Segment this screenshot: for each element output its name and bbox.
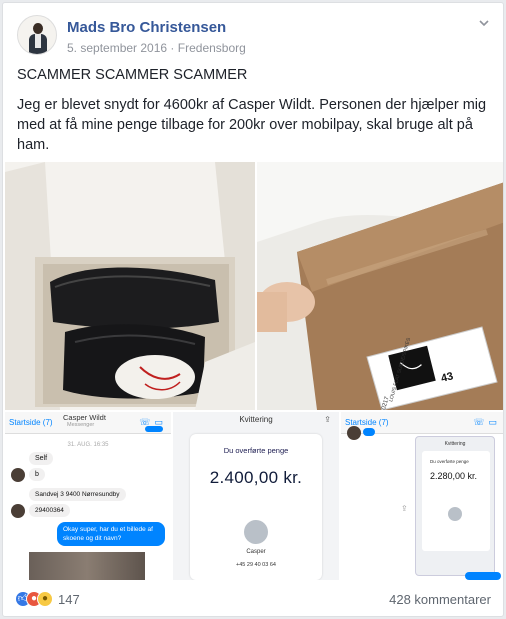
avatar[interactable] [17,15,57,55]
chat-bubble-out [465,572,501,580]
shoes-illustration [5,162,255,410]
shared-receipt-label: Du overførte penge [430,459,469,464]
post-date[interactable]: 5. september 2016 [67,41,167,55]
chat-bubble-out [145,426,163,432]
author-name[interactable]: Mads Bro Christensen [67,19,226,36]
chat-bubble-in: b [29,468,45,481]
chevron-down-icon[interactable] [477,17,491,31]
receipt-avatar [244,520,268,544]
chat-avatar [11,468,25,482]
post-header: Mads Bro Christensen 5. september 2016 ·… [15,15,491,59]
chat-bubble-out: Okay super, har du et billede af skoene … [57,522,165,546]
photo-box-label[interactable]: LOUIS FLAT SUEDE/SPIKES 43 0217 [257,162,503,410]
receipt-card: Du overførte penge 2.400,00 kr. Casper +… [190,434,322,580]
chat-back: Startside (7) [9,418,53,427]
shared-receipt-card: Du overførte penge 2.280,00 kr. [422,451,490,551]
chat-contact-sub: Messenger [67,422,95,428]
shared-receipt-amount: 2.280,00 kr. [430,471,478,481]
receipt-title: Kvittering [239,415,273,424]
chat-contact: Casper Wildt [63,413,106,422]
post-footer: 👍︎ ● ● 147 428 kommentarer [3,581,503,616]
box-illustration: LOUIS FLAT SUEDE/SPIKES 43 0217 [257,162,503,410]
post-card: Mads Bro Christensen 5. september 2016 ·… [2,2,504,617]
chat-avatar [347,426,361,440]
share-icon: ⇪ [324,415,331,424]
chat-bubble-in: Sandvej 3 9400 Nørresundby [29,488,126,501]
share-icon: ⇪ [401,504,408,513]
chat-date: 31. AUG. 16:35 [67,442,109,448]
photo-shoes-in-box[interactable] [5,162,255,410]
shared-receipt-title: Kvittering [444,441,466,447]
receipt-phone: +45 29 40 03 64 [236,562,276,568]
chat-avatar [11,504,25,518]
post-meta: 5. september 2016 · Fredensborg [67,41,246,55]
meta-separator: · [170,41,175,55]
sad-icon: ● [37,591,53,607]
post-paragraph: Jeg er blevet snydt for 4600kr af Casper… [17,97,487,153]
chat-bubble-out [363,428,375,436]
comments-count[interactable]: 428 kommentarer [389,592,491,607]
receipt-name: Casper [246,549,266,555]
chat-image-thumb [29,552,145,580]
reactions-count[interactable]: 147 [58,592,80,607]
photo-receipt[interactable]: Kvittering ⇪ Du overførte penge 2.400,00… [173,412,339,580]
avatar-head [33,23,43,34]
photo-chat-screenshot[interactable]: Startside (7) Casper Wildt Messenger ☏▭ … [5,412,171,580]
shared-receipt-image: Kvittering Du overførte penge 2.280,00 k… [415,436,495,576]
call-icons: ☏▭ [473,417,501,427]
chat-bubble-in: Self [29,452,54,465]
receipt-label: Du overførte penge [223,446,289,455]
avatar-shirt [35,34,41,48]
post-paragraph: SCAMMER SCAMMER SCAMMER [17,67,248,83]
photo-chat-receipt[interactable]: Startside (7) ☏▭ ⇪ Kvittering Du overfør… [341,412,503,580]
chat-bubble-in: 29400364 [29,504,70,517]
post-location[interactable]: Fredensborg [178,41,246,55]
receipt-amount: 2.400,00 kr. [209,468,303,487]
shared-receipt-avatar [448,507,462,521]
